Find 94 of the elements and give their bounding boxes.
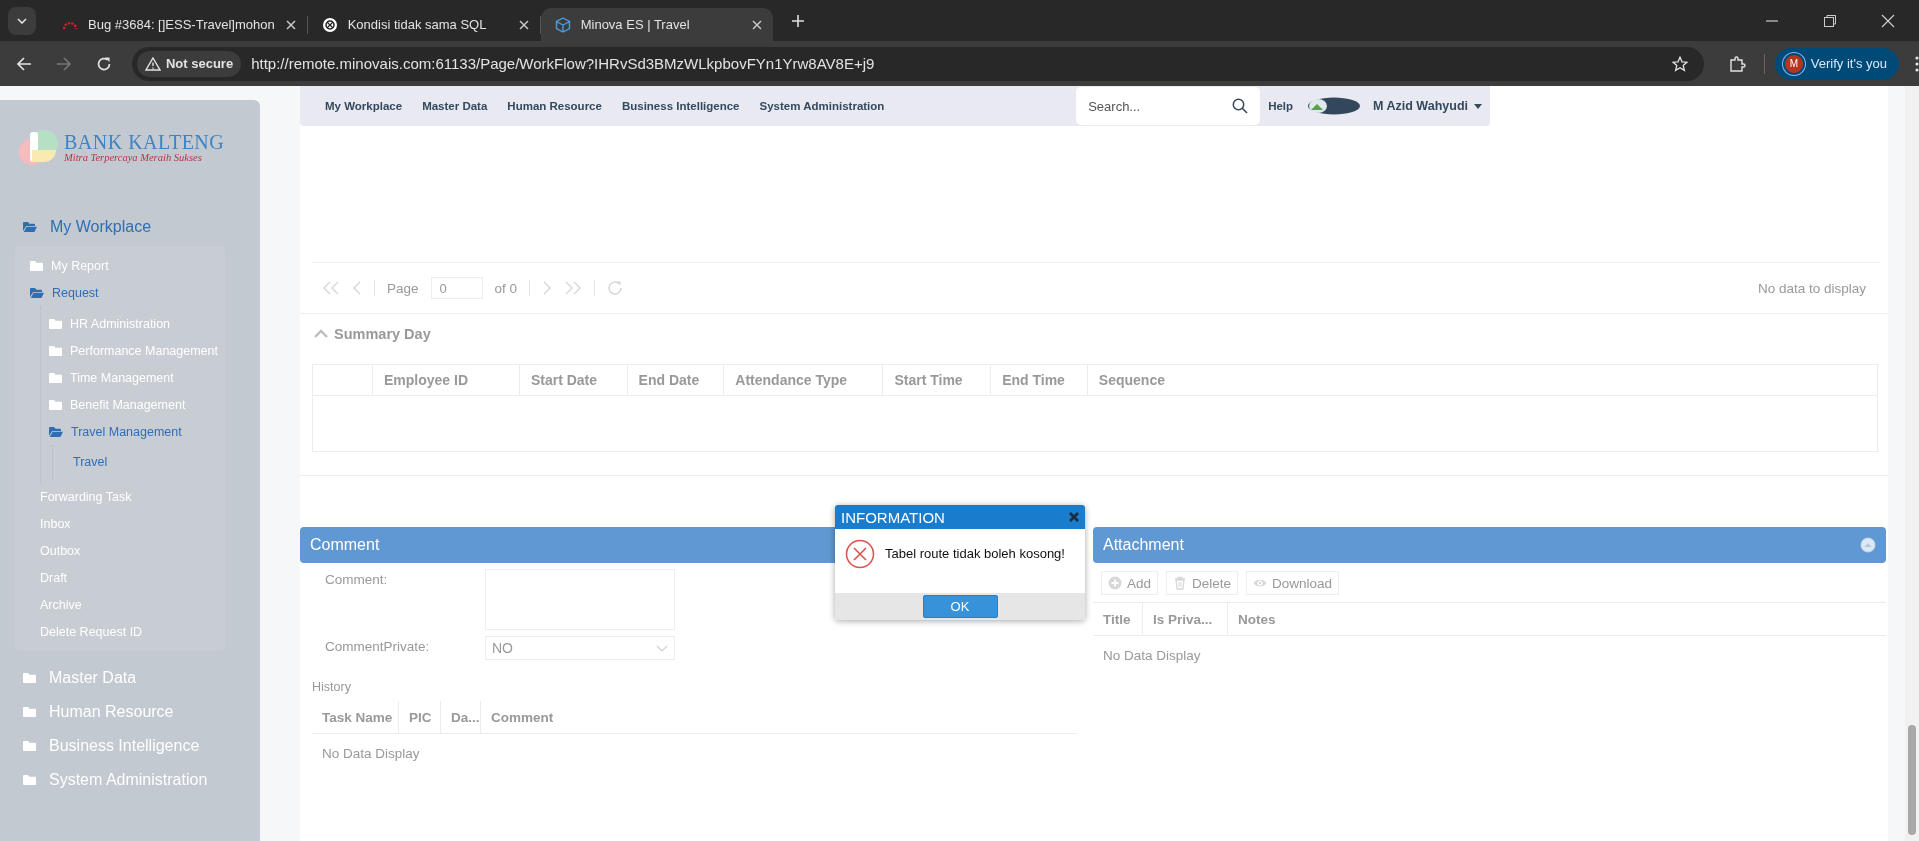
address-bar[interactable]: Not secure http://remote.minovais.com:61133/Page/WorkFlow?IHRvSd3BMzWLkpbovFYn1Yrw8AV8E+j9 — [131, 46, 1704, 81]
column-header[interactable]: Task Name — [312, 701, 399, 733]
url-text: http://remote.minovais.com:61133/Page/WorkFlow?IHRvSd3BMzWLkpbovFYn1Yrw8AV8E+j9 — [251, 55, 875, 72]
puzzle-icon[interactable] — [1727, 54, 1746, 73]
toolbar-button[interactable]: Download — [1246, 571, 1340, 595]
column-header[interactable]: Notes — [1228, 603, 1886, 635]
chevron-down-icon — [656, 644, 668, 652]
folder-icon — [23, 706, 36, 718]
sidebar-item[interactable]: Human Resource — [0, 695, 260, 729]
sidebar-item[interactable]: My Workplace — [0, 210, 260, 244]
folder-icon — [49, 398, 62, 411]
dialog-title: INFORMATION — [841, 508, 946, 526]
toolbar-button[interactable]: Delete — [1166, 571, 1239, 595]
column-header[interactable]: Start Time — [883, 365, 992, 395]
column-header[interactable]: End Time — [991, 365, 1088, 395]
empty-message: No Data Display — [321, 745, 421, 761]
panel-header[interactable]: Summary Day — [300, 316, 1888, 352]
avatar-icon: M — [1784, 54, 1803, 73]
sidebar-item[interactable]: Travel Management — [41, 418, 225, 445]
logo-text: BANK KALTENG — [64, 132, 225, 152]
sidebar-item[interactable]: Travel — [53, 447, 225, 477]
trash-icon — [1173, 576, 1188, 590]
column-header[interactable]: PIC — [399, 701, 441, 733]
ok-button[interactable]: OK — [922, 595, 998, 618]
nav-link[interactable]: Business Intelligence — [621, 100, 740, 112]
tab-title: Kondisi tidak sama SQL — [347, 17, 488, 32]
restore-icon[interactable] — [1823, 13, 1837, 28]
help-link[interactable]: Help — [1268, 100, 1294, 112]
tab-title: Bug #3684: []ESS-Travel]mohon — [88, 17, 275, 32]
tab-title: Minova ES | Travel — [580, 17, 691, 32]
caret-icon — [1474, 103, 1482, 109]
folder-icon — [23, 740, 36, 752]
profile-button[interactable]: M Verify it's you — [1774, 47, 1899, 80]
field-label: CommentPrivate: — [325, 638, 431, 656]
browser-tab[interactable]: Bug #3684: []ESS-Travel]mohon — [48, 8, 307, 41]
caret-icon — [17, 17, 27, 24]
column-header[interactable]: End Date — [627, 365, 725, 395]
forward-icon[interactable] — [56, 55, 72, 72]
open-folder-icon — [23, 221, 37, 233]
empty-message: No Data Display — [1102, 647, 1202, 663]
column-header[interactable]: Start Date — [519, 365, 628, 395]
search-field[interactable]: Search... — [1076, 87, 1261, 125]
plus-circle-icon — [1108, 576, 1122, 590]
folder-icon — [23, 672, 36, 684]
avatar-icon — [1307, 97, 1362, 115]
logo-tagline: Mitra Terpercaya Meraih Sukses — [64, 152, 203, 164]
dropdown-field[interactable]: NO — [485, 636, 675, 660]
nav-link[interactable]: Master Data — [422, 100, 488, 112]
section-title: History — [312, 680, 352, 694]
chevron-up-icon — [314, 329, 328, 339]
reload-icon[interactable] — [95, 55, 112, 72]
open-folder-icon — [30, 286, 44, 299]
sidebar-item[interactable]: Business Intelligence — [0, 729, 260, 763]
folder-icon — [49, 317, 62, 330]
dialog-message: Tabel route tidak boleh kosong! — [885, 545, 1065, 563]
browser-tab[interactable]: Kondisi tidak sama SQL — [307, 8, 540, 41]
column-header[interactable]: Employee ID — [373, 365, 520, 395]
warning-icon — [144, 56, 161, 71]
folder-icon — [30, 259, 43, 272]
page-label: Page — [387, 280, 419, 296]
column-header[interactable]: Comment — [481, 701, 1077, 733]
security-chip[interactable]: Not secure — [136, 50, 242, 77]
browser-tab[interactable]: Minova ES | Travel — [540, 8, 773, 41]
sidebar-item[interactable]: Request — [15, 279, 225, 306]
sidebar-item[interactable]: System Administration — [0, 763, 260, 797]
search-icon[interactable] — [1232, 98, 1249, 114]
nav-link[interactable]: My Workplace — [325, 100, 403, 112]
toolbar-button[interactable]: Add — [1101, 571, 1159, 595]
column-header[interactable]: Is Priva... — [1143, 603, 1228, 635]
user-menu[interactable]: M Azid Wahyudi — [1373, 99, 1482, 113]
new-tab-icon[interactable] — [790, 13, 805, 28]
page-number-field[interactable]: 0 — [430, 277, 483, 299]
sidebar-item[interactable]: Master Data — [0, 661, 260, 695]
column-header[interactable]: Da... — [441, 701, 481, 733]
folder-icon — [49, 344, 62, 357]
back-icon[interactable] — [16, 55, 32, 72]
star-icon[interactable] — [1671, 55, 1688, 72]
panel-header: Attachment — [1093, 527, 1886, 563]
open-folder-icon — [49, 425, 63, 438]
column-header[interactable]: Sequence — [1087, 365, 1877, 395]
error-icon — [845, 539, 875, 569]
more-icon[interactable] — [1915, 55, 1919, 72]
folder-icon — [23, 774, 36, 786]
page-count: of 0 — [494, 280, 518, 296]
nav-link[interactable]: Human Resource — [507, 100, 602, 112]
tab-search-button[interactable] — [8, 6, 36, 35]
folder-icon — [49, 371, 62, 384]
cube-icon — [554, 16, 571, 33]
scrollbar[interactable] — [1905, 86, 1919, 841]
nav-link[interactable]: System Administration — [759, 100, 885, 112]
column-header[interactable]: Attendance Type — [724, 365, 884, 395]
field-label: Comment: — [325, 571, 389, 589]
paging-status: No data to display — [1757, 280, 1866, 296]
column-header[interactable]: Title — [1093, 603, 1143, 635]
